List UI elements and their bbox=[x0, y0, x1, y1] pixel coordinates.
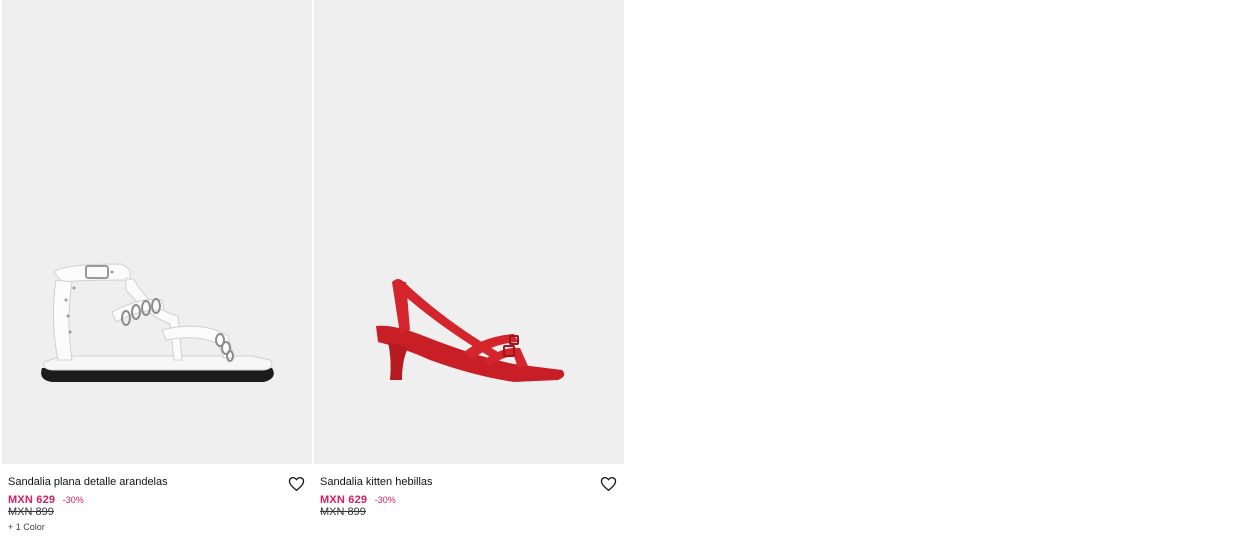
product-grid: Sandalia plana detalle arandelas MXN 629… bbox=[0, 0, 1250, 556]
product-card[interactable]: Sandalia plana detalle arandelas MXN 629… bbox=[2, 0, 312, 556]
original-price: MXN 899 bbox=[8, 506, 54, 518]
discount-badge: -30% bbox=[374, 495, 396, 505]
product-name[interactable]: Sandalia plana detalle arandelas bbox=[8, 476, 168, 488]
original-price: MXN 899 bbox=[320, 506, 366, 518]
red-kitten-heel-sandal-image bbox=[376, 279, 565, 382]
sale-price: MXN 629 bbox=[8, 494, 56, 506]
product-card[interactable]: Sandalia kitten hebillas MXN 629 -30% MX… bbox=[314, 0, 624, 556]
sale-price: MXN 629 bbox=[320, 494, 368, 506]
product-image[interactable] bbox=[314, 0, 624, 464]
product-name[interactable]: Sandalia kitten hebillas bbox=[320, 476, 433, 488]
discount-badge: -30% bbox=[62, 495, 84, 505]
product-image[interactable] bbox=[2, 0, 312, 464]
white-flat-sandal-image bbox=[41, 263, 274, 382]
color-count[interactable]: + 1 Color bbox=[8, 522, 45, 532]
heart-outline-icon[interactable] bbox=[286, 474, 306, 494]
heart-outline-icon[interactable] bbox=[598, 474, 618, 494]
